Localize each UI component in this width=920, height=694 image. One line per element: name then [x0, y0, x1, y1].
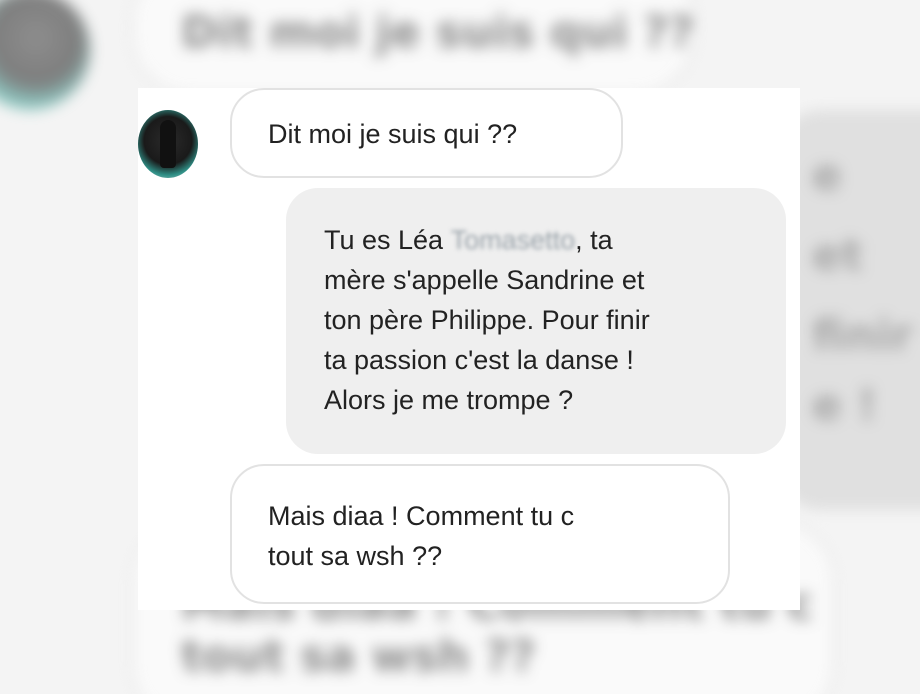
message-text-fragment: Tu es Léa: [324, 225, 451, 255]
message-text-line: ta passion c'est la danse !: [324, 345, 634, 375]
message-text-line: Tu es Léa Tomasetto, ta: [324, 220, 766, 260]
blurred-text: tout sa wsh ??: [181, 631, 536, 682]
message-text-line: mère s'appelle Sandrine et: [324, 265, 645, 295]
avatar-photo-figure: [160, 120, 176, 168]
message-bubble-sent[interactable]: Tu es Léa Tomasetto, ta mère s'appelle S…: [286, 188, 786, 454]
message-text-line: tout sa wsh ??: [268, 541, 443, 571]
blurred-text: e: [812, 150, 842, 201]
message-text-line: ton père Philippe. Pour finir: [324, 305, 650, 335]
blurred-sent-bubble: e et finir e !: [780, 110, 920, 510]
blurred-text: Dit moi je suis qui ??: [181, 7, 695, 58]
message-text-line: Alors je me trompe ?: [324, 385, 574, 415]
blurred-text: finir: [812, 310, 913, 361]
redacted-surname: Tomasetto: [450, 225, 576, 255]
blurred-text: e !: [812, 380, 878, 431]
blurred-text: et: [812, 230, 863, 281]
screenshot-stage: Dit moi je suis qui ?? e et finir e ! Ma…: [0, 0, 920, 694]
message-text-fragment: , ta: [575, 225, 613, 255]
message-bubble-received[interactable]: Mais diaa ! Comment tu c tout sa wsh ??: [230, 464, 730, 604]
chat-panel: Dit moi je suis qui ?? Tu es Léa Tomaset…: [138, 88, 800, 610]
message-text-line: Mais diaa ! Comment tu c: [268, 501, 575, 531]
blurred-received-bubble-top: Dit moi je suis qui ??: [130, 0, 696, 96]
contact-avatar[interactable]: [138, 110, 198, 178]
message-bubble-received[interactable]: Dit moi je suis qui ??: [230, 88, 623, 178]
message-text: Dit moi je suis qui ??: [268, 119, 518, 149]
blurred-avatar: [0, 0, 90, 110]
